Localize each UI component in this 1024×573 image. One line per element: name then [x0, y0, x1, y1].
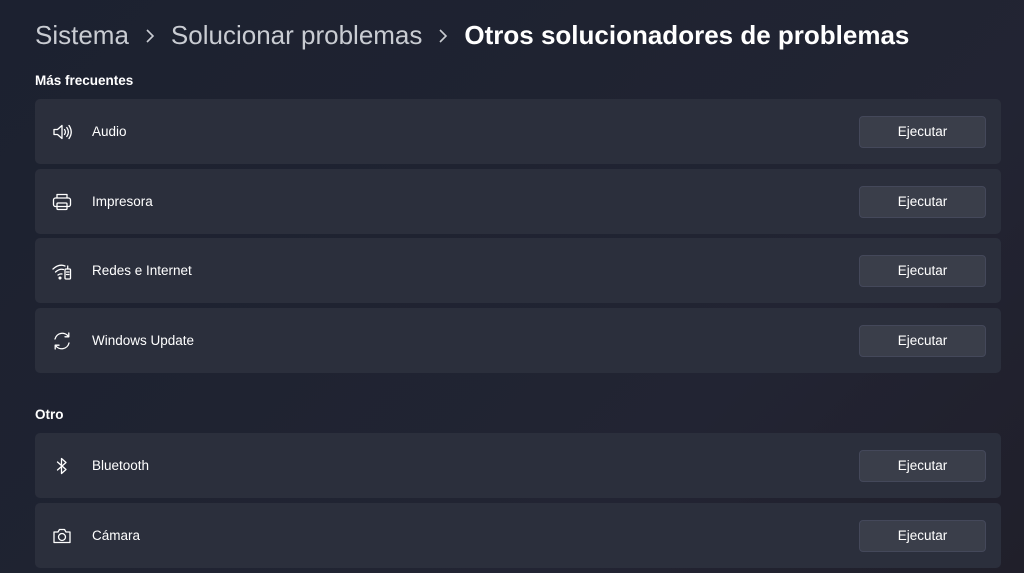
row-label: Audio	[92, 124, 127, 139]
chevron-right-icon	[430, 27, 456, 44]
printer-icon	[51, 191, 73, 213]
row-label: Cámara	[92, 528, 141, 543]
section-title-other: Otro	[35, 407, 64, 422]
troubleshooter-row-bluetooth: Bluetooth Ejecutar	[35, 433, 1001, 498]
troubleshooter-row-windows-update: Windows Update Ejecutar	[35, 308, 1001, 373]
run-bluetooth-button[interactable]: Ejecutar	[859, 449, 986, 482]
section-title-frequent: Más frecuentes	[35, 73, 134, 88]
run-network-button[interactable]: Ejecutar	[859, 254, 986, 287]
page-title: Otros solucionadores de problemas	[464, 19, 910, 50]
run-printer-button[interactable]: Ejecutar	[859, 185, 986, 218]
run-audio-button[interactable]: Ejecutar	[859, 115, 986, 148]
chevron-right-icon	[137, 27, 163, 44]
troubleshooter-row-camera: Cámara Ejecutar	[35, 503, 1001, 568]
breadcrumb-solucionar-problemas[interactable]: Solucionar problemas	[171, 20, 422, 51]
row-label: Impresora	[92, 194, 153, 209]
run-windows-update-button[interactable]: Ejecutar	[859, 324, 986, 357]
camera-icon	[51, 525, 73, 547]
row-label: Redes e Internet	[92, 263, 192, 278]
breadcrumb: Sistema Solucionar problemas Otros soluc…	[35, 18, 909, 52]
run-camera-button[interactable]: Ejecutar	[859, 519, 986, 552]
breadcrumb-sistema[interactable]: Sistema	[35, 20, 129, 51]
speaker-icon	[51, 121, 73, 143]
bluetooth-icon	[51, 455, 73, 477]
sync-icon	[51, 330, 73, 352]
row-label: Bluetooth	[92, 458, 150, 473]
troubleshooter-row-printer: Impresora Ejecutar	[35, 169, 1001, 234]
troubleshooter-row-audio: Audio Ejecutar	[35, 99, 1001, 164]
row-label: Windows Update	[92, 333, 195, 348]
wifi-icon	[51, 260, 73, 282]
troubleshooter-row-network: Redes e Internet Ejecutar	[35, 238, 1001, 303]
